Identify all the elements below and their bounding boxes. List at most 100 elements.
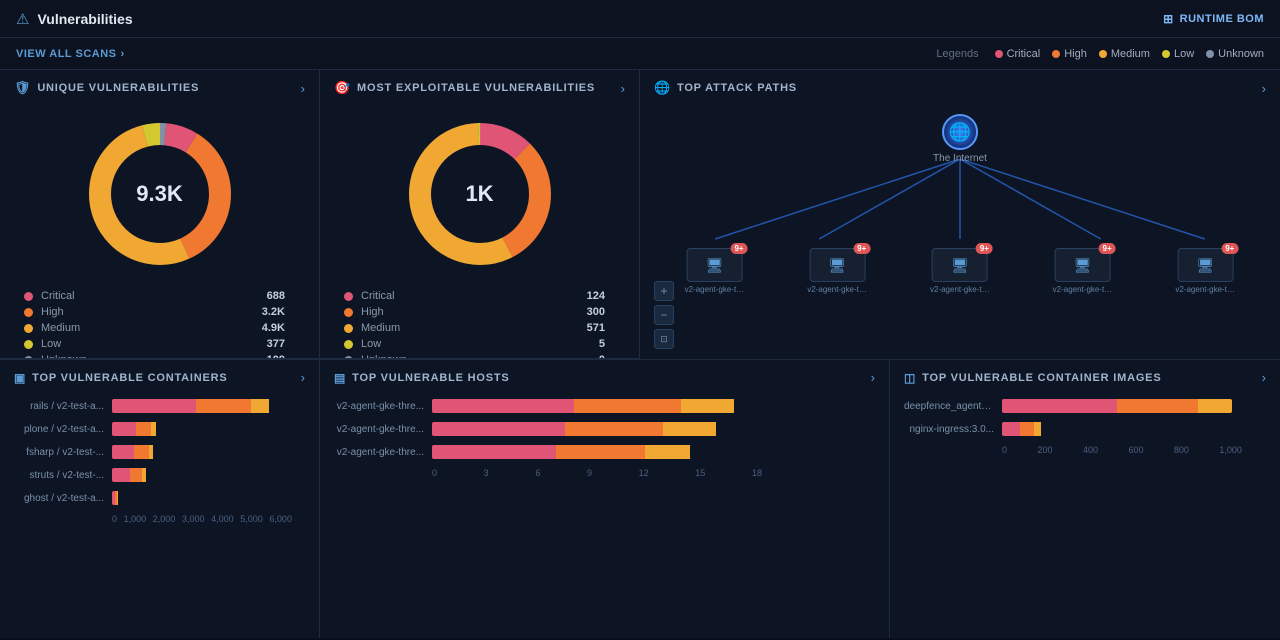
legend-unknown: Unknown: [1206, 48, 1264, 60]
legends-bar: Legends Critical High Medium Low Unknown: [936, 48, 1264, 60]
bar-label: plone / v2-test-a...: [14, 424, 104, 435]
top-images-panel: ◫ TOP VULNERABLE CONTAINER IMAGES › deep…: [890, 360, 1280, 638]
legend-row-high: High 3.2K: [14, 304, 305, 320]
zoom-in-button[interactable]: +: [654, 281, 674, 301]
unique-vulns-chevron[interactable]: ›: [301, 81, 305, 96]
bar-row: deepfence_agenta...: [904, 399, 1266, 413]
hosts-title: ▤ TOP VULNERABLE HOSTS: [334, 371, 510, 385]
medium-segment: [645, 445, 689, 459]
exploitable-vulns-donut: 1K: [400, 114, 560, 274]
zoom-out-button[interactable]: −: [654, 305, 674, 325]
top-row: 🛡 UNIQUE VULNERABILITIES ›: [0, 70, 1280, 360]
exploitable-vulns-header: 🎯 MOST EXPLOITABLE VULNERABILITIES ›: [334, 80, 625, 96]
critical-segment: [1002, 399, 1117, 413]
containers-header: ▣ TOP VULNERABLE CONTAINERS ›: [14, 370, 305, 385]
attack-icon: 🌐: [654, 80, 671, 96]
node-label-3: v2-agent-gke-thre...: [1053, 285, 1113, 294]
legend-row-low: Low 377: [14, 336, 305, 352]
high-segment: [130, 468, 142, 482]
attack-paths-chevron[interactable]: ›: [1262, 81, 1266, 96]
hosts-chevron[interactable]: ›: [871, 370, 875, 385]
critical-segment: [112, 468, 130, 482]
critical-segment: [112, 422, 136, 436]
bottom-row: ▣ TOP VULNERABLE CONTAINERS › rails / v2…: [0, 360, 1280, 638]
unique-vulns-header: 🛡 UNIQUE VULNERABILITIES ›: [14, 80, 305, 96]
medium-segment: [663, 422, 716, 436]
exploitable-legend-low: Low 5: [334, 336, 625, 352]
top-containers-panel: ▣ TOP VULNERABLE CONTAINERS › rails / v2…: [0, 360, 320, 638]
node-badge-1: 9+: [853, 243, 870, 254]
node-badge-4: 9+: [1221, 243, 1238, 254]
zoom-fit-button[interactable]: ⊡: [654, 329, 674, 349]
bar-track: [112, 491, 282, 505]
containers-chevron[interactable]: ›: [301, 370, 305, 385]
exploitable-vulns-chevron[interactable]: ›: [621, 81, 625, 96]
bar-fill: [432, 422, 752, 436]
node-box-0[interactable]: 🖥 9+: [687, 248, 743, 282]
bar-row: v2-agent-gke-thre...: [334, 422, 875, 436]
header-left: ⚠ Vulnerabilities: [16, 10, 133, 28]
bar-track: [432, 422, 752, 436]
child-nodes: 🖥 9+ v2-agent-gke-thre... 🖥 9+ v2-agent-…: [685, 248, 1236, 294]
containers-title: ▣ TOP VULNERABLE CONTAINERS: [14, 371, 228, 385]
critical-segment: [1002, 422, 1020, 436]
bar-fill: [1002, 399, 1232, 413]
bar-label: v2-agent-gke-thre...: [334, 401, 424, 412]
critical-segment: [432, 445, 556, 459]
node-box-3[interactable]: 🖥 9+: [1055, 248, 1111, 282]
hosts-header: ▤ TOP VULNERABLE HOSTS ›: [334, 370, 875, 385]
bar-row: rails / v2-test-a...: [14, 399, 305, 413]
images-chevron[interactable]: ›: [1262, 370, 1266, 385]
exploitable-vulns-center-value: 1K: [465, 181, 493, 207]
child-node-1: 🖥 9+ v2-agent-gke-thre...: [807, 248, 867, 294]
medium-segment: [151, 422, 156, 436]
header: ⚠ Vulnerabilities ⊞ RUNTIME BOM: [0, 0, 1280, 38]
medium-segment: [251, 399, 269, 413]
exploitable-vulns-legend: Critical 124 High 300 Medium 571 Low 5 U…: [334, 288, 625, 359]
legends-label: Legends: [936, 48, 978, 60]
exploitable-legend-unknown: Unknown 0: [334, 352, 625, 359]
high-segment: [1117, 399, 1198, 413]
internet-node: 🌐 The Internet: [933, 114, 987, 164]
exploitable-vulnerabilities-panel: 🎯 MOST EXPLOITABLE VULNERABILITIES ›: [320, 70, 640, 359]
medium-segment: [142, 468, 146, 482]
host-icon: ▤: [334, 371, 346, 385]
server-icon-2: 🖥: [951, 257, 969, 274]
images-bar-chart: deepfence_agenta...nginx-ingress:3.0...0…: [904, 393, 1266, 461]
high-segment: [196, 399, 251, 413]
bar-row: plone / v2-test-a...: [14, 422, 305, 436]
medium-segment: [1034, 422, 1041, 436]
runtime-bom-button[interactable]: ⊞ RUNTIME BOM: [1163, 12, 1264, 26]
bar-row: v2-agent-gke-thre...: [334, 399, 875, 413]
bar-fill: [112, 422, 282, 436]
images-header: ◫ TOP VULNERABLE CONTAINER IMAGES ›: [904, 370, 1266, 385]
node-box-1[interactable]: 🖥 9+: [809, 248, 865, 282]
high-segment: [556, 445, 645, 459]
critical-segment: [432, 422, 565, 436]
bar-label: deepfence_agenta...: [904, 401, 994, 412]
node-box-4[interactable]: 🖥 9+: [1177, 248, 1233, 282]
bar-fill: [432, 399, 752, 413]
medium-segment: [681, 399, 734, 413]
vulnerabilities-icon: ⚠: [16, 10, 29, 28]
medium-dot: [1099, 50, 1107, 58]
unique-vulns-center-value: 9.3K: [136, 181, 182, 207]
node-box-2[interactable]: 🖥 9+: [932, 248, 988, 282]
bar-label: nginx-ingress:3.0...: [904, 424, 994, 435]
bar-fill: [112, 445, 282, 459]
bar-label: rails / v2-test-a...: [14, 401, 104, 412]
bar-row: ghost / v2-test-a...: [14, 491, 305, 505]
internet-icon: 🌐: [942, 114, 978, 150]
unique-vulnerabilities-panel: 🛡 UNIQUE VULNERABILITIES ›: [0, 70, 320, 359]
bar-track: [432, 445, 752, 459]
node-label-4: v2-agent-gke-thre...: [1175, 285, 1235, 294]
bar-track: [432, 399, 752, 413]
attack-paths-panel: 🌐 TOP ATTACK PATHS › 🌐 The Internet: [640, 70, 1280, 359]
server-icon-1: 🖥: [828, 257, 846, 274]
view-all-scans-link[interactable]: VIEW ALL SCANS ›: [16, 48, 125, 60]
bar-label: v2-agent-gke-thre...: [334, 447, 424, 458]
low-dot: [1162, 50, 1170, 58]
high-segment: [1020, 422, 1034, 436]
server-icon-4: 🖥: [1196, 257, 1214, 274]
sub-header: VIEW ALL SCANS › Legends Critical High M…: [0, 38, 1280, 70]
